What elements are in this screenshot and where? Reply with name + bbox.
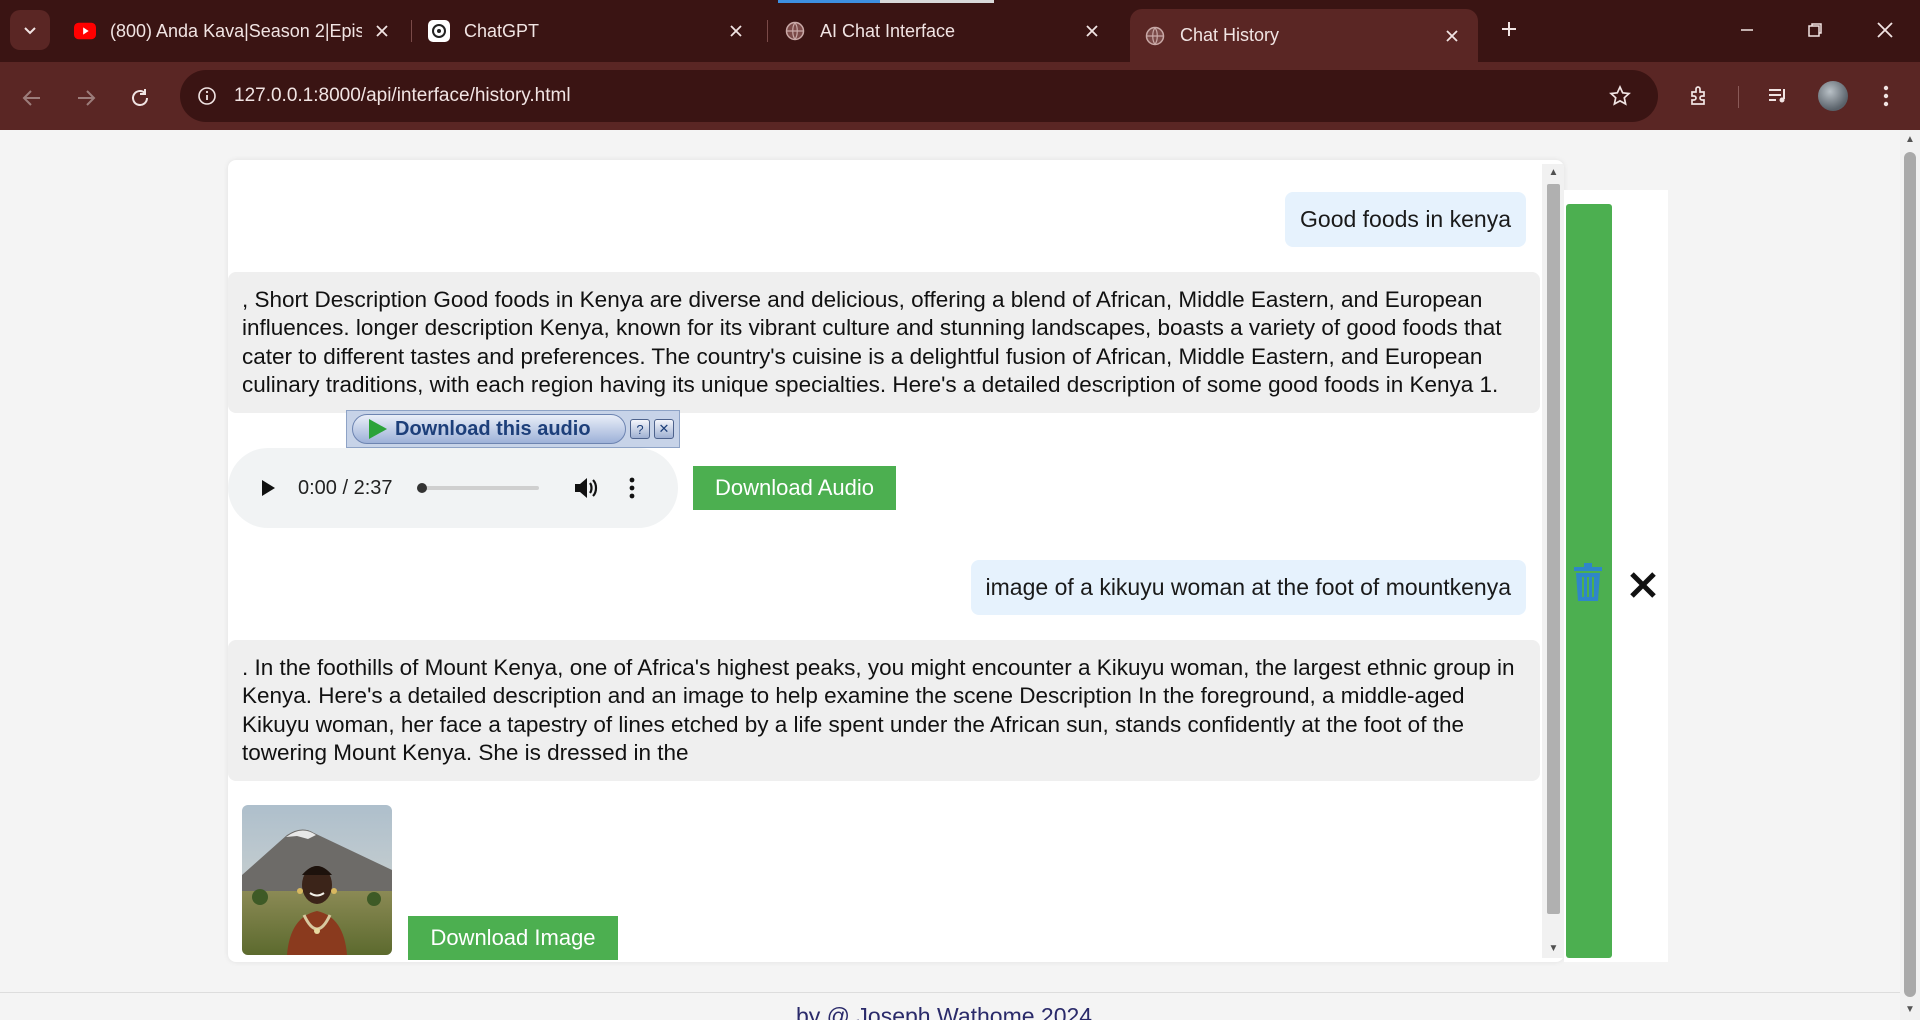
volume-icon xyxy=(574,478,597,498)
footer-credit: by @ Joseph Wathome 2024 xyxy=(796,1003,1093,1020)
forward-button[interactable] xyxy=(66,78,106,118)
address-bar[interactable]: 127.0.0.1:8000/api/interface/history.htm… xyxy=(180,70,1658,122)
chatgpt-icon xyxy=(428,20,450,42)
page-scrollbar[interactable]: ▲ ▼ xyxy=(1900,130,1920,1020)
audio-seek-slider[interactable] xyxy=(416,483,539,493)
tab-strip: (800) Anda Kava|Season 2|Episo ChatGPT A… xyxy=(0,0,1920,62)
browser-toolbar: 127.0.0.1:8000/api/interface/history.htm… xyxy=(0,62,1920,130)
history-side-panel xyxy=(1564,190,1668,962)
url-text[interactable]: 127.0.0.1:8000/api/interface/history.htm… xyxy=(234,85,1600,107)
tab-title: (800) Anda Kava|Season 2|Episo xyxy=(110,20,362,41)
tab-title: Chat History xyxy=(1180,25,1280,45)
restore-button[interactable] xyxy=(1792,10,1838,50)
close-tab-icon[interactable] xyxy=(1440,24,1464,48)
tab-chatgpt[interactable]: ChatGPT xyxy=(414,9,762,53)
assistant-message: . In the foothills of Mount Kenya, one o… xyxy=(228,640,1540,782)
chat-scroll-thumb[interactable] xyxy=(1547,184,1560,914)
play-arrow-icon xyxy=(369,419,387,439)
close-tab-icon[interactable] xyxy=(370,19,394,43)
user-message: image of a kikuyu woman at the foot of m… xyxy=(970,560,1526,615)
reload-icon xyxy=(132,89,148,106)
extension-close-button[interactable]: ✕ xyxy=(654,419,674,439)
chevron-down-icon xyxy=(24,27,36,35)
trash-icon xyxy=(1574,563,1602,601)
close-tab-icon[interactable] xyxy=(1080,19,1104,43)
minimize-icon xyxy=(1741,29,1753,31)
globe-icon xyxy=(784,20,806,42)
close-history-button[interactable] xyxy=(1628,570,1658,600)
tab-chat-history[interactable]: Chat History xyxy=(1130,9,1478,62)
youtube-icon xyxy=(74,20,96,42)
generated-image[interactable] xyxy=(242,805,392,955)
chat-scrollbar[interactable]: ▲ ▼ xyxy=(1542,164,1564,958)
tab-search-button[interactable] xyxy=(10,10,50,50)
volume-button[interactable] xyxy=(569,471,603,505)
extension-label: Download this audio xyxy=(395,417,591,440)
extension-help-button[interactable]: ? xyxy=(630,419,650,439)
scroll-down-arrow-icon[interactable]: ▼ xyxy=(1547,942,1560,956)
globe-icon xyxy=(1144,25,1166,47)
toolbar-divider xyxy=(1738,86,1739,108)
seek-knob[interactable] xyxy=(416,483,427,493)
page-viewport: Good foods in kenya , Short Description … xyxy=(0,130,1920,1020)
puzzle-icon xyxy=(1691,86,1705,105)
loading-indicator xyxy=(778,0,994,3)
download-image-button[interactable]: Download Image xyxy=(408,916,618,960)
chat-history-container: Good foods in kenya , Short Description … xyxy=(228,160,1564,962)
download-audio-button[interactable]: Download Audio xyxy=(693,466,896,510)
scroll-up-arrow-icon[interactable]: ▲ xyxy=(1547,166,1560,180)
audio-download-extension-bar: Download this audio ? ✕ xyxy=(346,410,680,448)
site-info-icon[interactable] xyxy=(188,77,226,115)
scroll-up-arrow-icon[interactable]: ▲ xyxy=(1904,134,1916,146)
plus-icon xyxy=(1502,22,1516,36)
extensions-button[interactable] xyxy=(1680,76,1720,116)
playlist-music-icon xyxy=(1769,89,1785,103)
kebab-menu-icon xyxy=(629,477,634,499)
close-tab-icon[interactable] xyxy=(724,19,748,43)
minimize-button[interactable] xyxy=(1724,10,1770,50)
audio-time: 0:00 / 2:37 xyxy=(298,476,393,499)
audio-options-button[interactable] xyxy=(617,471,647,505)
user-message: Good foods in kenya xyxy=(1285,192,1526,247)
tab-title: ChatGPT xyxy=(464,20,540,41)
back-button[interactable] xyxy=(12,78,52,118)
arrow-right-icon xyxy=(78,90,96,106)
play-button[interactable] xyxy=(250,470,286,506)
close-icon xyxy=(1630,572,1656,598)
page-scroll-thumb[interactable] xyxy=(1904,152,1916,997)
assistant-message: , Short Description Good foods in Kenya … xyxy=(228,272,1540,414)
media-controls-button[interactable] xyxy=(1758,76,1798,116)
browser-menu-button[interactable] xyxy=(1866,76,1906,116)
tab-title: AI Chat Interface xyxy=(820,20,956,41)
kebab-menu-icon xyxy=(1883,85,1889,107)
avatar xyxy=(1818,81,1848,111)
restore-icon xyxy=(1808,23,1822,37)
bookmark-star-icon[interactable] xyxy=(1600,76,1640,116)
reload-button[interactable] xyxy=(120,78,160,118)
scroll-down-arrow-icon[interactable]: ▼ xyxy=(1904,1004,1916,1016)
tab-separator xyxy=(411,20,412,42)
page-footer: by @ Joseph Wathome 2024 xyxy=(0,992,1900,1020)
arrow-left-icon xyxy=(22,90,40,106)
audio-player: 0:00 / 2:37 xyxy=(228,448,678,528)
delete-history-button[interactable] xyxy=(1572,562,1604,602)
new-tab-button[interactable] xyxy=(1494,14,1524,44)
tab-youtube[interactable]: (800) Anda Kava|Season 2|Episo xyxy=(60,9,408,53)
download-this-audio-button[interactable]: Download this audio xyxy=(352,414,626,444)
play-icon xyxy=(262,480,275,496)
profile-button[interactable] xyxy=(1813,76,1853,116)
tab-separator xyxy=(767,20,768,42)
close-window-button[interactable] xyxy=(1862,10,1908,50)
close-icon xyxy=(1877,22,1893,38)
tab-ai-chat-interface[interactable]: AI Chat Interface xyxy=(770,9,1118,53)
